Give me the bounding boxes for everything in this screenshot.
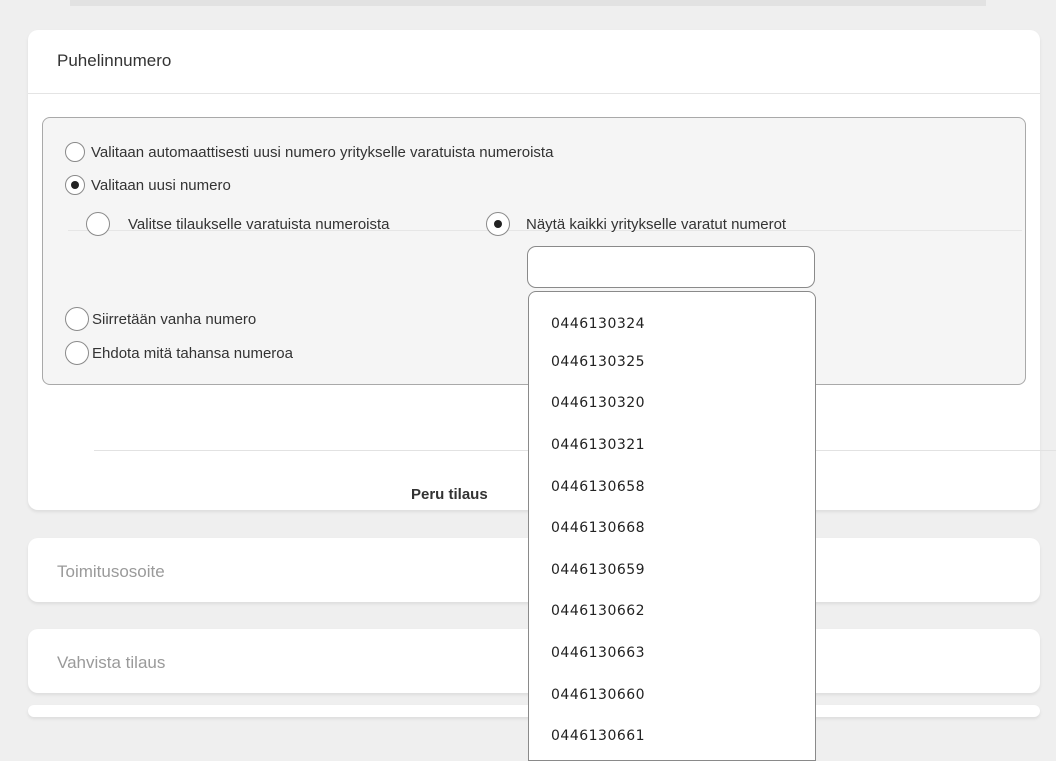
option-suggest-number-label: Ehdota mitä tahansa numeroa	[92, 344, 293, 362]
sub-option-show-all[interactable]: Näytä kaikki yritykselle varatut numerot	[486, 212, 786, 236]
radio-unchecked-icon[interactable]	[65, 341, 89, 365]
option-auto-number[interactable]: Valitaan automaattisesti uusi numero yri…	[65, 142, 553, 162]
dropdown-item[interactable]: 0446130324	[529, 292, 815, 341]
option-suggest-number[interactable]: Ehdota mitä tahansa numeroa	[65, 341, 293, 365]
dropdown-item[interactable]: 0446130659	[529, 549, 815, 591]
number-search-input[interactable]	[527, 246, 815, 288]
radio-unchecked-icon[interactable]	[86, 212, 110, 236]
cancel-order-button[interactable]: Peru tilaus	[411, 486, 488, 503]
phone-section-title: Puhelinnumero	[28, 30, 1040, 94]
radio-checked-icon[interactable]	[486, 212, 510, 236]
radio-checked-icon[interactable]	[65, 175, 85, 195]
dropdown-item[interactable]: 0446130321	[529, 424, 815, 466]
option-port-number[interactable]: Siirretään vanha numero	[65, 307, 256, 331]
radio-unchecked-icon[interactable]	[65, 142, 85, 162]
dropdown-item[interactable]: 0446130658	[529, 466, 815, 508]
sub-option-show-all-label: Näytä kaikki yritykselle varatut numerot	[526, 215, 787, 233]
dropdown-item[interactable]: 0446130663	[529, 632, 815, 674]
number-dropdown-list[interactable]: 0446130324 0446130325 0446130320 0446130…	[528, 291, 816, 761]
sub-option-reserved-for-order[interactable]: Valitse tilaukselle varatuista numeroist…	[86, 212, 390, 236]
option-new-number[interactable]: Valitaan uusi numero	[65, 175, 231, 195]
option-port-number-label: Siirretään vanha numero	[92, 310, 257, 328]
dropdown-item[interactable]: 0446130662	[529, 591, 815, 633]
dropdown-item[interactable]: 0446130320	[529, 383, 815, 425]
option-new-number-label: Valitaan uusi numero	[91, 176, 231, 194]
radio-unchecked-icon[interactable]	[65, 307, 89, 331]
dropdown-item[interactable]: 0446130660	[529, 674, 815, 716]
sub-option-reserved-label: Valitse tilaukselle varatuista numeroist…	[128, 215, 390, 233]
option-auto-number-label: Valitaan automaattisesti uusi numero yri…	[91, 143, 554, 161]
top-bar	[70, 0, 986, 6]
dropdown-item[interactable]: 0446130668	[529, 507, 815, 549]
dropdown-item[interactable]: 0446130325	[529, 341, 815, 383]
